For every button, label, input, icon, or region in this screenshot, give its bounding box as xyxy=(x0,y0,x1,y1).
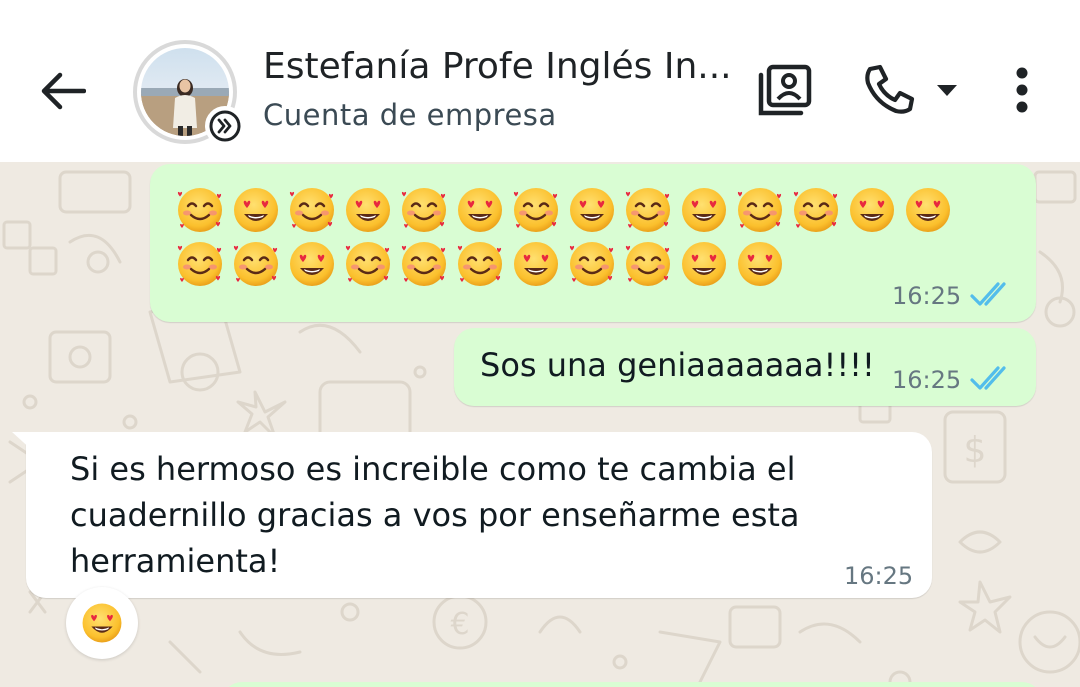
outgoing-emoji-message[interactable]: 16:25 xyxy=(150,164,1036,322)
heart-eyes-emoji-icon xyxy=(850,188,894,232)
smiling-face-with-hearts-emoji-icon xyxy=(401,242,446,286)
message-text-line-1: Si es hermoso es increible como te cambi… xyxy=(70,450,796,488)
svg-text:€: € xyxy=(450,607,469,642)
smiling-face-with-hearts-emoji-icon xyxy=(401,188,446,232)
heart-eyes-emoji-icon xyxy=(682,242,726,286)
smiling-face-with-hearts-emoji-icon xyxy=(625,242,670,286)
message-text-line-3: herramienta! xyxy=(70,542,281,580)
back-arrow-icon xyxy=(41,72,86,110)
call-button[interactable] xyxy=(856,60,966,120)
phone-icon xyxy=(865,64,915,114)
heart-eyes-emoji-icon xyxy=(570,188,614,232)
read-ticks-icon xyxy=(970,366,1006,390)
contact-card-button[interactable] xyxy=(752,60,818,120)
back-button[interactable] xyxy=(34,62,92,120)
heart-eyes-emoji-icon xyxy=(290,242,334,286)
smiling-face-with-hearts-emoji-icon xyxy=(177,242,222,286)
message-reaction[interactable] xyxy=(66,587,138,659)
more-options-button[interactable] xyxy=(1000,62,1044,118)
business-account-badge xyxy=(205,106,245,146)
heart-eyes-emoji-icon xyxy=(82,603,122,643)
more-vert-icon xyxy=(1016,67,1028,113)
contact-subtitle: Cuenta de empresa xyxy=(263,98,557,132)
smiling-face-with-hearts-emoji-icon xyxy=(793,188,838,232)
incoming-text-message[interactable]: Si es hermoso es increible como te cambi… xyxy=(12,432,932,598)
heart-eyes-emoji-icon xyxy=(738,242,782,286)
smiling-face-with-hearts-emoji-icon xyxy=(457,242,502,286)
smiling-face-with-hearts-emoji-icon xyxy=(569,242,614,286)
chat-area[interactable]: $ € 16:25 Sos una geniaaaaaaa!!!! 16:25 … xyxy=(0,162,1080,687)
read-ticks-icon xyxy=(970,282,1006,306)
smiling-face-with-hearts-emoji-icon xyxy=(289,188,334,232)
bubble-tail xyxy=(12,432,34,452)
outgoing-text-message[interactable]: Sos una geniaaaaaaa!!!! 16:25 xyxy=(454,328,1036,406)
emoji-grid xyxy=(174,184,974,290)
heart-eyes-emoji-icon xyxy=(346,188,390,232)
message-time: 16:25 xyxy=(892,282,962,310)
contact-name[interactable]: Estefanía Profe Inglés In... xyxy=(263,46,733,87)
svg-text:$: $ xyxy=(964,430,987,471)
dropdown-caret-icon xyxy=(937,85,957,96)
heart-eyes-emoji-icon xyxy=(458,188,502,232)
contact-card-icon xyxy=(758,64,812,116)
chat-header: Estefanía Profe Inglés In... Cuenta de e… xyxy=(0,0,1080,162)
smiling-face-with-hearts-emoji-icon xyxy=(513,188,558,232)
message-time: 16:25 xyxy=(844,562,914,590)
message-text: Sos una geniaaaaaaa!!!! xyxy=(480,346,875,384)
heart-eyes-emoji-icon xyxy=(906,188,950,232)
message-text-line-2: cuadernillo gracias a vos por enseñarme … xyxy=(70,496,800,534)
heart-eyes-emoji-icon xyxy=(514,242,558,286)
business-account-icon xyxy=(209,110,241,142)
smiling-face-with-hearts-emoji-icon xyxy=(177,188,222,232)
smiling-face-with-hearts-emoji-icon xyxy=(625,188,670,232)
smiling-face-with-hearts-emoji-icon xyxy=(233,242,278,286)
smiling-face-with-hearts-emoji-icon xyxy=(737,188,782,232)
heart-eyes-emoji-icon xyxy=(234,188,278,232)
contact-avatar[interactable] xyxy=(133,40,245,146)
heart-eyes-emoji-icon xyxy=(682,188,726,232)
smiling-face-with-hearts-emoji-icon xyxy=(345,242,390,286)
message-time: 16:25 xyxy=(892,366,962,394)
next-outgoing-message-partial[interactable] xyxy=(222,682,1042,687)
